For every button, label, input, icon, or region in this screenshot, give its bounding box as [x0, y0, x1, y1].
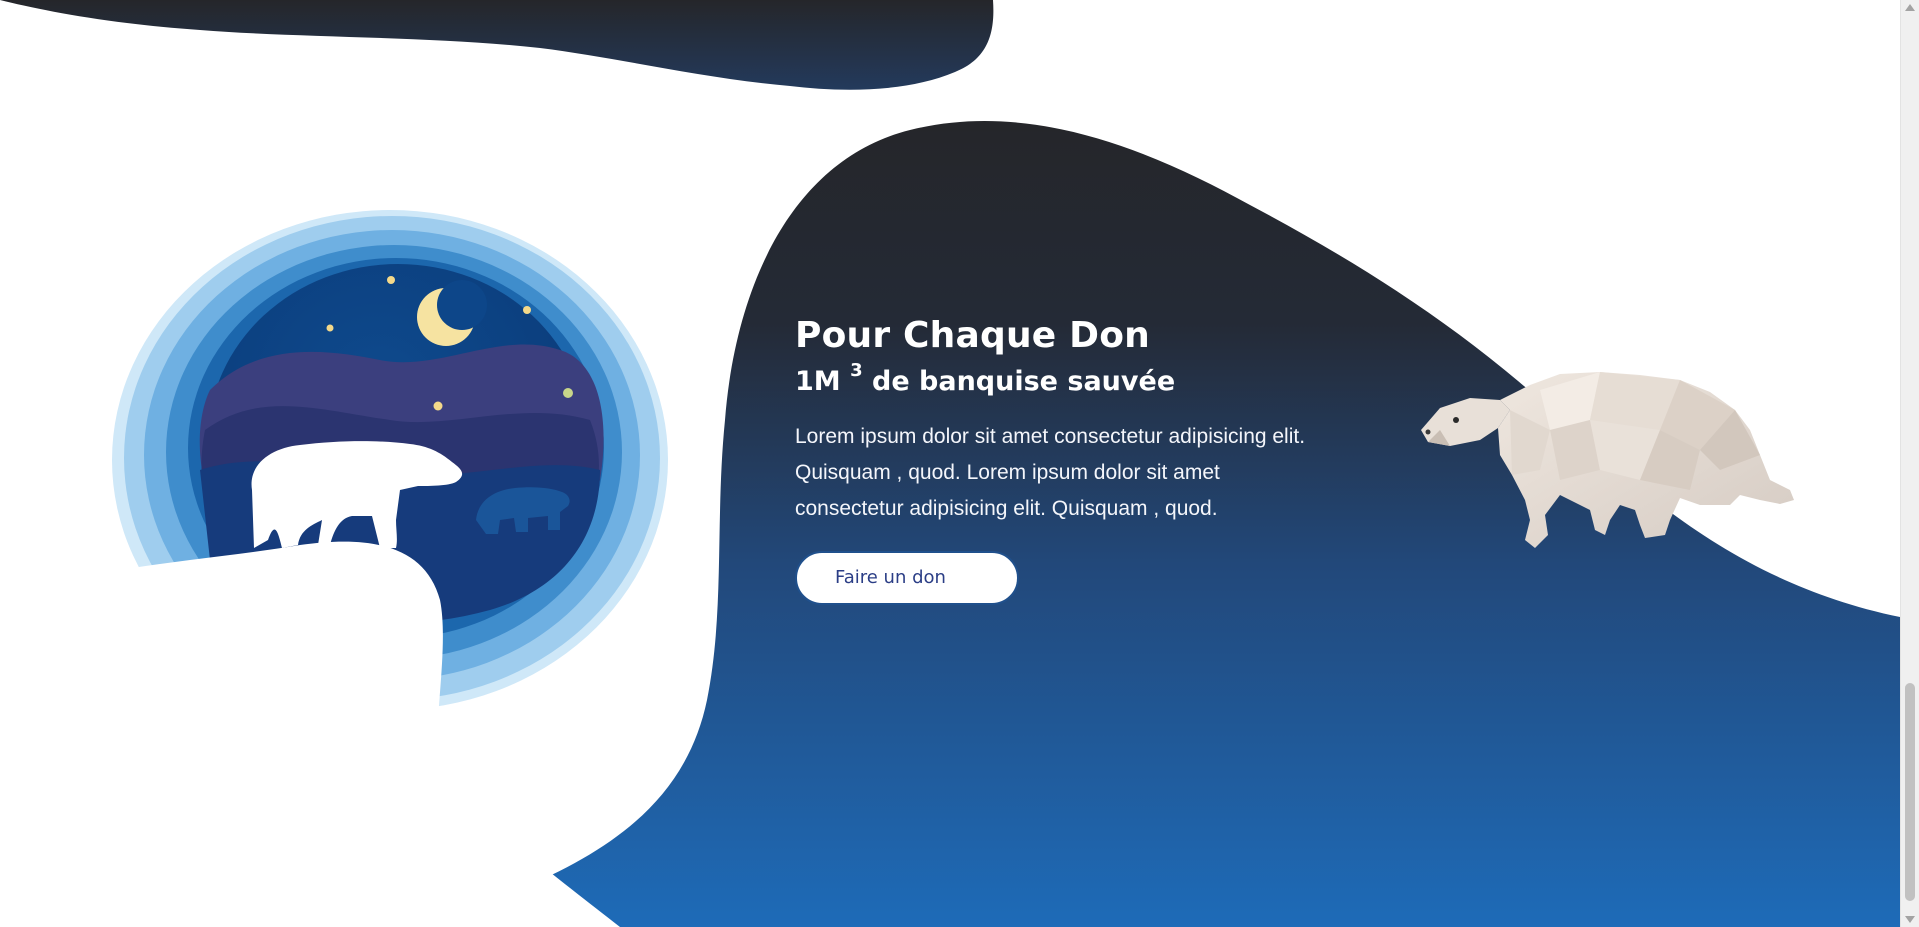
- page-scrollbar[interactable]: [1900, 0, 1919, 927]
- scroll-thumb[interactable]: [1905, 683, 1915, 901]
- subtitle-volume: 1M: [795, 366, 841, 397]
- top-wave-shape: [0, 0, 994, 90]
- hero-subtitle: 1M 3 de banquise sauvée: [795, 362, 1315, 402]
- scroll-down-icon[interactable]: [1905, 916, 1915, 923]
- hero-title: Pour Chaque Don: [795, 315, 1150, 356]
- subtitle-exponent: 3: [850, 360, 863, 381]
- scroll-up-icon[interactable]: [1905, 4, 1915, 11]
- donate-button[interactable]: Faire un don: [795, 551, 1019, 605]
- polar-bear-night-papercut-icon: [0, 210, 668, 927]
- hero-content: Pour Chaque Don 1M 3 de banquise sauvée …: [795, 312, 1315, 605]
- subtitle-rest: de banquise sauvée: [872, 366, 1176, 397]
- hero-description: Lorem ipsum dolor sit amet consectetur a…: [795, 425, 1306, 520]
